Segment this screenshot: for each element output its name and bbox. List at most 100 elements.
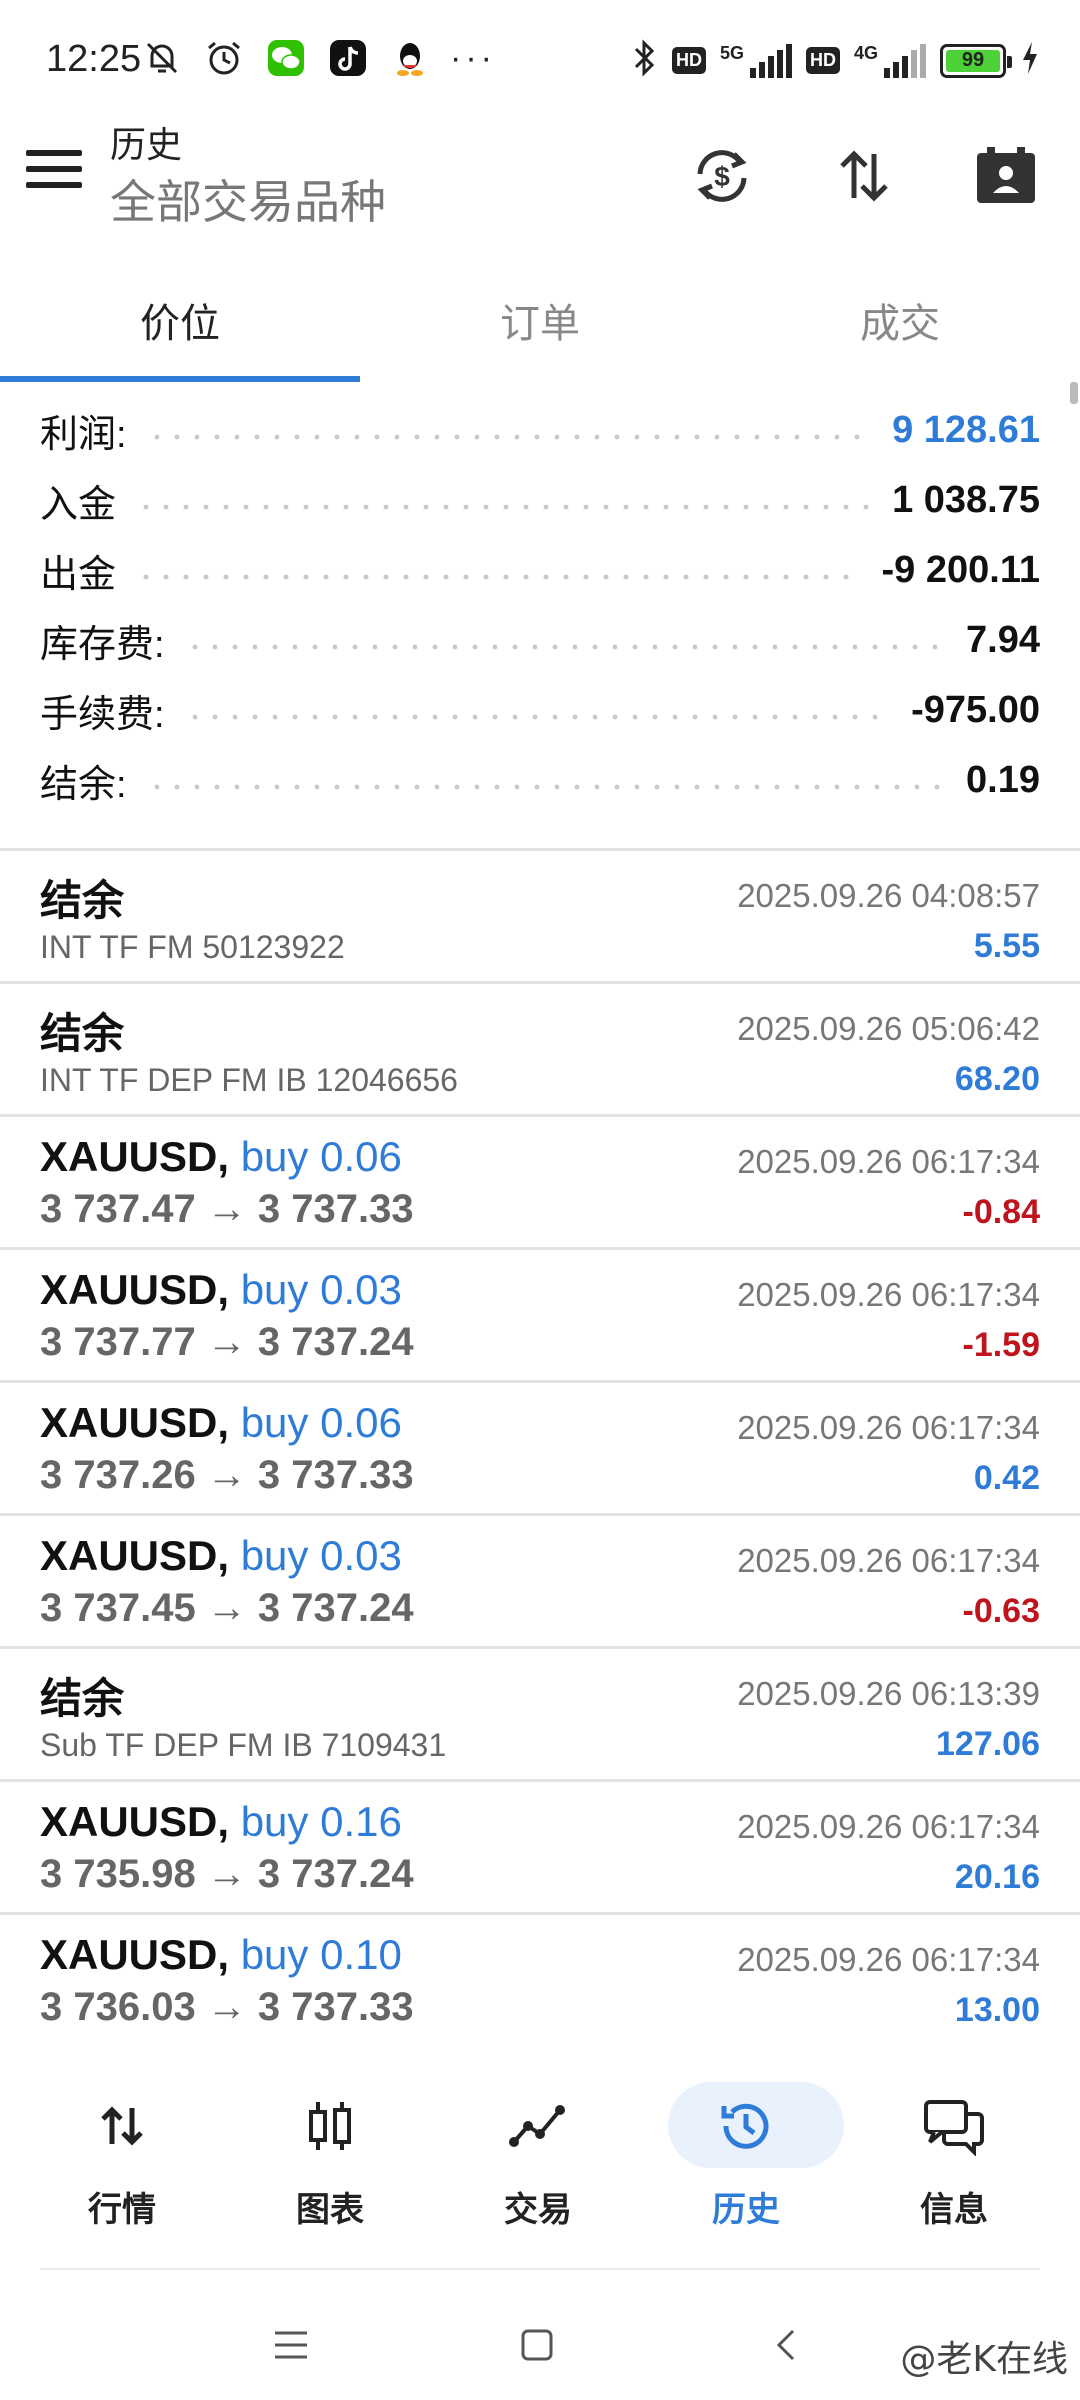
item-symbol: XAUUSD, — [40, 1931, 230, 1978]
item-profit: 20.16 — [954, 1858, 1040, 1896]
item-prices: 3 735.98 → 3 737.24 — [40, 1852, 414, 1896]
summary-row-withdrawal: 出金 -9 200.11 — [0, 535, 1080, 605]
home-button[interactable] — [502, 2310, 572, 2380]
square-icon — [521, 2329, 553, 2361]
item-profit: 127.06 — [936, 1725, 1040, 1763]
summary-value: 7.94 — [966, 618, 1040, 661]
item-title: XAUUSD, buy 0.03 — [40, 1266, 402, 1314]
item-prices: 3 737.26 → 3 737.33 — [40, 1453, 414, 1497]
summary-row-balance: 结余: 0.19 — [0, 745, 1080, 815]
nav-chart[interactable]: 图表 — [226, 2060, 434, 2260]
page-title: 历史 — [110, 124, 183, 165]
item-symbol: XAUUSD, — [40, 1399, 230, 1446]
item-profit: -0.84 — [962, 1193, 1041, 1231]
sort-icon — [840, 150, 888, 202]
dotted-leader — [136, 550, 862, 590]
summary-label: 利润: — [40, 413, 127, 456]
item-profit: 13.00 — [954, 1991, 1040, 2029]
trade-icon — [434, 2090, 642, 2162]
item-title: XAUUSD, buy 0.03 — [40, 1532, 402, 1580]
history-item-trade[interactable]: XAUUSD, buy 0.06 3 737.47 → 3 737.33 202… — [0, 1114, 1080, 1247]
quotes-icon — [18, 2090, 226, 2162]
item-profit: 0.42 — [973, 1459, 1040, 1497]
calendar-button[interactable] — [970, 140, 1042, 212]
history-item-trade[interactable]: XAUUSD, buy 0.03 3 737.77 → 3 737.24 202… — [0, 1247, 1080, 1380]
item-time: 2025.09.26 06:17:34 — [737, 1409, 1040, 1446]
summary-label: 结余: — [40, 763, 127, 806]
active-tab-indicator — [0, 376, 360, 382]
history-item-balance[interactable]: 结余 Sub TF DEP FM IB 7109431 2025.09.26 0… — [0, 1646, 1080, 1779]
item-comment: INT TF DEP FM IB 12046656 — [40, 1062, 458, 1098]
recent-apps-button[interactable] — [256, 2310, 326, 2380]
clock: 12:25 — [46, 38, 142, 80]
item-symbol: XAUUSD, — [40, 1266, 230, 1313]
menu-button[interactable] — [26, 150, 82, 200]
nav-quotes[interactable]: 行情 — [18, 2060, 226, 2260]
item-profit: -0.63 — [962, 1592, 1041, 1630]
app-bar: 历史 全部交易品种 $ — [0, 110, 1080, 260]
back-button[interactable] — [752, 2310, 822, 2380]
battery-icon: 99 — [940, 43, 1012, 78]
item-side: buy 0.10 — [240, 1931, 402, 1978]
system-navigation: @老K在线 — [0, 2290, 1080, 2400]
item-time: 2025.09.26 04:08:57 — [737, 877, 1040, 914]
nav-label: 历史 — [712, 2191, 780, 2229]
bottom-navigation: 行情 图表 交易 历史 信息 — [0, 2060, 1080, 2260]
item-prices: 3 737.77 → 3 737.24 — [40, 1320, 414, 1364]
history-item-balance[interactable]: 结余 INT TF FM 50123922 2025.09.26 04:08:5… — [0, 848, 1080, 981]
tiktok-icon — [326, 36, 370, 80]
item-time: 2025.09.26 06:17:34 — [737, 1542, 1040, 1579]
item-title: XAUUSD, buy 0.06 — [40, 1399, 402, 1447]
tab-orders[interactable]: 订单 — [360, 260, 720, 380]
nav-trade[interactable]: 交易 — [434, 2060, 642, 2260]
tab-deals[interactable]: 成交 — [720, 260, 1080, 380]
summary-row-profit: 利润: 9 128.61 — [0, 395, 1080, 465]
item-side: buy 0.03 — [240, 1532, 402, 1579]
currency-sync-button[interactable]: $ — [686, 140, 758, 212]
item-side: buy 0.06 — [240, 1133, 402, 1180]
history-item-trade[interactable]: XAUUSD, buy 0.16 3 735.98 → 3 737.24 202… — [0, 1779, 1080, 1912]
network-type-b: 4G — [853, 43, 878, 63]
battery-level: 99 — [961, 48, 985, 71]
item-symbol: XAUUSD, — [40, 1532, 230, 1579]
item-profit: 5.55 — [973, 927, 1040, 965]
dotted-leader — [146, 410, 873, 450]
summary-label: 库存费: — [40, 623, 165, 666]
history-item-trade[interactable]: XAUUSD, buy 0.06 3 737.26 → 3 737.33 202… — [0, 1380, 1080, 1513]
item-time: 2025.09.26 06:17:34 — [737, 1808, 1040, 1845]
symbol-filter[interactable]: 全部交易品种 — [110, 166, 386, 232]
history-item-balance[interactable]: 结余 INT TF DEP FM IB 12046656 2025.09.26 … — [0, 981, 1080, 1114]
history-item-trade[interactable]: XAUUSD, buy 0.03 3 737.45 → 3 737.24 202… — [0, 1513, 1080, 1646]
watermark: @老K在线 — [900, 2339, 1068, 2380]
item-title: 结余 — [40, 877, 125, 924]
history-list: 结余 INT TF FM 50123922 2025.09.26 04:08:5… — [0, 848, 1080, 2045]
sort-button[interactable] — [828, 140, 900, 212]
nav-history[interactable]: 历史 — [642, 2060, 850, 2260]
nav-label: 图表 — [296, 2191, 364, 2229]
signal-icon — [749, 43, 792, 78]
summary-value: 1 038.75 — [892, 478, 1040, 521]
dotted-leader — [146, 760, 947, 800]
item-title: 结余 — [40, 1010, 125, 1057]
history-item-trade[interactable]: XAUUSD, buy 0.10 3 736.03 → 3 737.33 202… — [0, 1912, 1080, 2045]
back-chevron-icon — [776, 2329, 795, 2361]
item-side: buy 0.16 — [240, 1798, 402, 1845]
item-side: buy 0.06 — [240, 1399, 402, 1446]
item-side: buy 0.03 — [240, 1266, 402, 1313]
signal-icon-2 — [884, 43, 926, 78]
item-title: XAUUSD, buy 0.10 — [40, 1931, 402, 1979]
summary-row-swap: 库存费: 7.94 — [0, 605, 1080, 675]
item-prices: 3 737.45 → 3 737.24 — [40, 1586, 414, 1630]
summary-row-commission: 手续费: -975.00 — [0, 675, 1080, 745]
hd-badge: HD — [671, 47, 706, 74]
svg-text:$: $ — [714, 161, 730, 192]
qq-icon — [388, 36, 432, 80]
summary-value: 9 128.61 — [892, 408, 1040, 451]
hd-badge-2: HD — [805, 47, 840, 74]
nav-label: 行情 — [88, 2191, 156, 2229]
item-time: 2025.09.26 06:17:34 — [737, 1941, 1040, 1978]
nav-messages[interactable]: 信息 — [850, 2060, 1058, 2260]
item-symbol: XAUUSD, — [40, 1133, 230, 1180]
tab-positions[interactable]: 价位 — [0, 260, 360, 380]
summary-label: 入金 — [40, 483, 117, 526]
